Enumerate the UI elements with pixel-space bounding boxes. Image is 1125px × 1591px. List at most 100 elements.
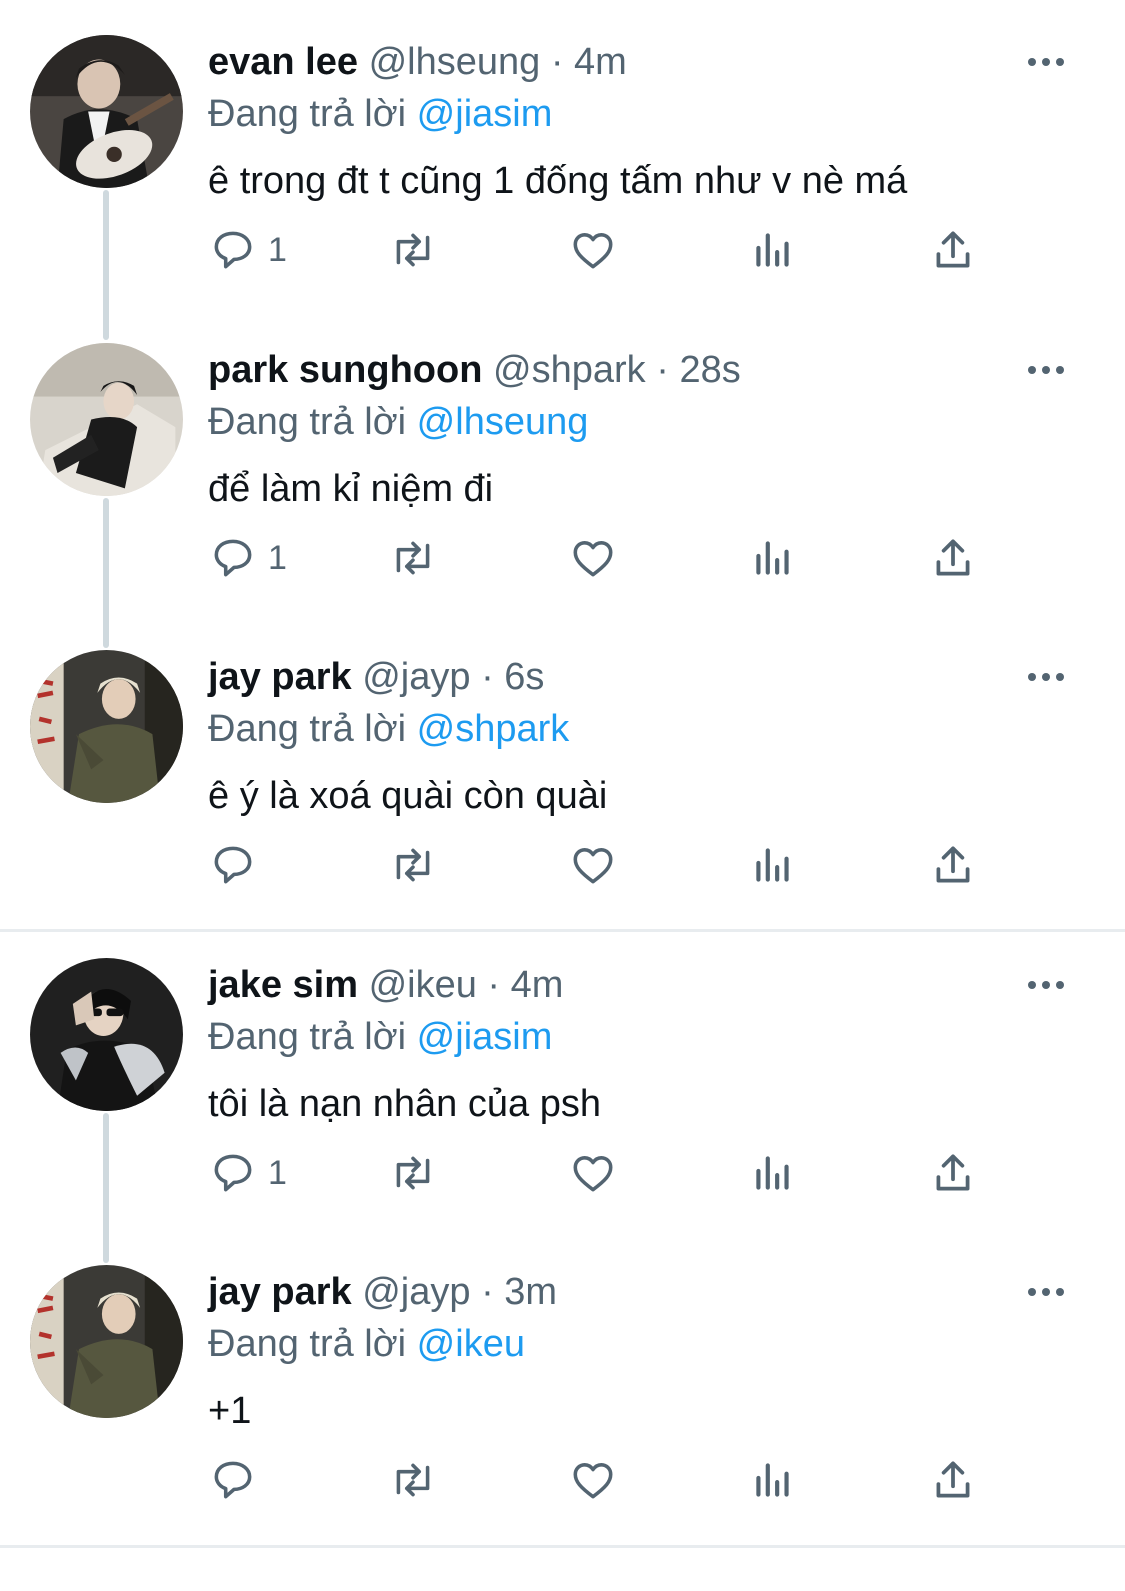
share-button[interactable] [928, 835, 978, 895]
retweet-icon [396, 848, 430, 882]
reply-icon [214, 231, 252, 269]
display-name[interactable]: jay park [208, 1271, 352, 1313]
like-icon [573, 848, 613, 884]
timestamp[interactable]: 4m [574, 41, 627, 83]
avatar[interactable] [30, 35, 183, 188]
like-icon [573, 1463, 613, 1499]
reply-button[interactable]: 1 [208, 528, 287, 588]
share-button[interactable] [928, 528, 978, 588]
replying-to: Đang trả lời @jiasim [208, 1013, 552, 1061]
username-handle[interactable]: @jayp [362, 656, 470, 698]
reply-button[interactable] [208, 1450, 268, 1510]
retweet-button[interactable] [388, 528, 438, 588]
share-button[interactable] [928, 220, 978, 280]
display-name[interactable]: jay park [208, 656, 352, 698]
retweet-button[interactable] [388, 220, 438, 280]
tweet-actions: 1 [0, 528, 1125, 588]
username-handle[interactable]: @jayp [362, 1271, 470, 1313]
timestamp[interactable]: 3m [504, 1271, 557, 1313]
like-icon [573, 1156, 613, 1192]
like-button[interactable] [568, 1143, 618, 1203]
avatar[interactable] [30, 958, 183, 1111]
mention-link[interactable]: @ikeu [417, 1323, 525, 1365]
tweet[interactable]: evan lee @lhseung · 4m Đang trả lời @jia… [0, 0, 1125, 307]
reply-count: 1 [268, 539, 287, 577]
retweet-button[interactable] [388, 1143, 438, 1203]
username-handle[interactable]: @shpark [493, 349, 646, 391]
username-handle[interactable]: @lhseung [369, 41, 541, 83]
share-button[interactable] [928, 1143, 978, 1203]
retweet-icon [396, 1156, 430, 1190]
mention-link[interactable]: @lhseung [417, 401, 589, 443]
reply-button[interactable] [208, 835, 268, 895]
like-icon [573, 233, 613, 269]
share-icon [936, 539, 970, 576]
retweet-button[interactable] [388, 1450, 438, 1510]
views-button[interactable] [748, 1143, 798, 1203]
views-button[interactable] [748, 835, 798, 895]
views-icon [756, 1463, 789, 1497]
tweet[interactable]: jay park @jayp · 6s Đang trả lời @shpark… [0, 615, 1125, 922]
avatar-image [30, 343, 183, 496]
mention-link[interactable]: @jiasim [417, 93, 553, 135]
tweet[interactable]: jake sim @ikeu · 4m Đang trả lời @jiasim… [0, 923, 1125, 1230]
replying-to-label: Đang trả lời [208, 1016, 407, 1058]
timestamp[interactable]: 6s [504, 656, 544, 698]
separator-dot: · [656, 349, 669, 391]
like-button[interactable] [568, 220, 618, 280]
replying-to-label: Đang trả lời [208, 401, 407, 443]
avatar-image [30, 650, 183, 803]
like-button[interactable] [568, 1450, 618, 1510]
tweet-actions: 1 [0, 220, 1125, 280]
tweet-text: +1 [208, 1390, 252, 1432]
tweet[interactable]: park sunghoon @shpark · 28s Đang trả lời… [0, 308, 1125, 615]
reply-icon [214, 1461, 252, 1499]
share-icon [936, 1154, 970, 1191]
display-name[interactable]: park sunghoon [208, 349, 482, 391]
like-icon [573, 541, 613, 577]
reply-icon [214, 539, 252, 577]
tweet-text: để làm kỉ niệm đi [208, 468, 494, 510]
views-button[interactable] [748, 220, 798, 280]
more-icon[interactable] [1022, 1280, 1070, 1304]
replying-to: Đang trả lời @jiasim [208, 90, 552, 138]
like-button[interactable] [568, 528, 618, 588]
retweet-icon [396, 541, 430, 575]
like-button[interactable] [568, 835, 618, 895]
tweet[interactable]: jay park @jayp · 3m Đang trả lời @ikeu +… [0, 1230, 1125, 1537]
reply-count: 1 [268, 1154, 287, 1192]
more-icon[interactable] [1022, 50, 1070, 74]
username-handle[interactable]: @ikeu [369, 964, 477, 1006]
tweet-actions: 1 [0, 1143, 1125, 1203]
avatar[interactable] [30, 1265, 183, 1418]
views-button[interactable] [748, 1450, 798, 1510]
share-icon [936, 231, 970, 268]
retweet-icon [396, 1463, 430, 1497]
display-name[interactable]: jake sim [208, 964, 358, 1006]
retweet-button[interactable] [388, 835, 438, 895]
reply-button[interactable]: 1 [208, 1143, 287, 1203]
separator-dot: · [487, 964, 501, 1006]
views-button[interactable] [748, 528, 798, 588]
tweet-text: tôi là nạn nhân của psh [208, 1083, 601, 1125]
share-icon [936, 1461, 970, 1498]
mention-link[interactable]: @jiasim [417, 1016, 553, 1058]
mention-link[interactable]: @shpark [417, 708, 570, 750]
more-icon[interactable] [1022, 665, 1070, 689]
display-name[interactable]: evan lee [208, 41, 358, 83]
share-button[interactable] [928, 1450, 978, 1510]
tweet-header: jake sim @ikeu · 4m [208, 961, 563, 1009]
reply-button[interactable]: 1 [208, 220, 287, 280]
tweet-header: jay park @jayp · 6s [208, 653, 544, 701]
timestamp[interactable]: 4m [511, 964, 564, 1006]
avatar-image [30, 958, 183, 1111]
replying-to-label: Đang trả lời [208, 1323, 407, 1365]
avatar[interactable] [30, 343, 183, 496]
timestamp[interactable]: 28s [679, 349, 740, 391]
views-icon [756, 848, 789, 882]
share-icon [936, 846, 970, 883]
views-icon [756, 541, 789, 575]
more-icon[interactable] [1022, 358, 1070, 382]
avatar[interactable] [30, 650, 183, 803]
more-icon[interactable] [1022, 973, 1070, 997]
